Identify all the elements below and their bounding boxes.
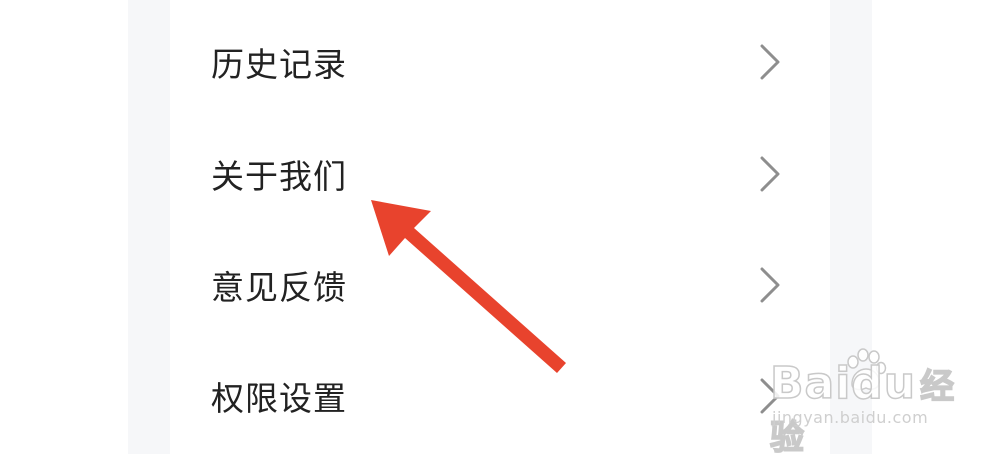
menu-item-about-us[interactable]: 关于我们 (170, 118, 830, 230)
menu-item-history[interactable]: 历史记录 (170, 6, 830, 118)
menu-item-label: 关于我们 (211, 157, 347, 196)
chevron-right-icon (760, 156, 780, 192)
menu-item-label: 权限设置 (211, 379, 347, 418)
left-gutter (128, 0, 170, 454)
menu-item-label: 意见反馈 (211, 268, 347, 307)
menu-item-label: 历史记录 (211, 45, 347, 84)
right-gutter (830, 0, 872, 454)
menu-item-permission-settings[interactable]: 权限设置 (170, 340, 830, 452)
chevron-right-icon (760, 378, 780, 414)
chevron-right-icon (760, 267, 780, 303)
settings-menu-panel: 历史记录 关于我们 意见反馈 权限设置 (170, 0, 830, 454)
chevron-right-icon (760, 44, 780, 80)
menu-item-feedback[interactable]: 意见反馈 (170, 229, 830, 341)
